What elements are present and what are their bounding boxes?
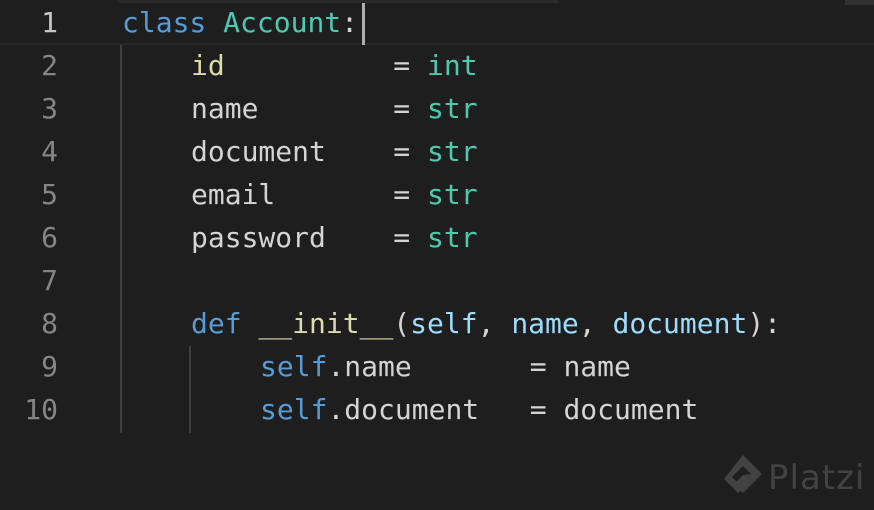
- code-token: document: [612, 307, 748, 340]
- code-text: id = int: [191, 44, 478, 87]
- code-token: id: [191, 49, 225, 82]
- code-token: (: [393, 307, 411, 340]
- code-token: name: [511, 307, 579, 340]
- line-number: 5: [41, 178, 58, 211]
- code-token: document: [191, 135, 326, 168]
- code-token: self: [260, 350, 328, 383]
- code-token: class: [122, 6, 207, 39]
- code-text: email = str: [191, 173, 478, 216]
- code-token: password: [191, 221, 326, 254]
- code-text: def __init__(self, name, document):: [191, 302, 781, 345]
- code-token: def: [191, 307, 242, 340]
- line-number: 7: [41, 264, 58, 297]
- code-token: str: [427, 135, 478, 168]
- platzi-watermark: Platzi: [720, 452, 870, 504]
- code-token: self: [410, 307, 478, 340]
- code-text: document = str: [191, 130, 478, 173]
- indent-guide-method-body: [189, 346, 191, 433]
- code-token: str: [427, 92, 478, 125]
- code-token: =: [325, 221, 428, 254]
- code-token: =: [258, 92, 428, 125]
- code-token: ,: [578, 307, 613, 340]
- code-token: ,: [477, 307, 512, 340]
- code-token: =: [325, 135, 428, 168]
- line-number: 1: [41, 6, 58, 39]
- text-cursor: [362, 3, 365, 45]
- line-number: 8: [41, 307, 58, 340]
- line-number: 2: [41, 49, 58, 82]
- code-token: .document = document: [327, 393, 699, 426]
- code-text: name = str: [191, 87, 478, 130]
- line-number: 6: [41, 221, 58, 254]
- code-token: .name = name: [327, 350, 631, 383]
- code-text: password = str: [191, 216, 478, 259]
- code-text: self.name = name: [260, 345, 631, 388]
- code-token: int: [427, 49, 478, 82]
- platzi-logo-icon: [724, 455, 762, 493]
- code-token: str: [427, 178, 478, 211]
- line-number: 4: [41, 135, 58, 168]
- code-token: =: [275, 178, 428, 211]
- code-token: __init__: [258, 307, 394, 340]
- code-editor[interactable]: 1 class Account: 2 id = int 3 name = str 4 docu…: [0, 0, 874, 510]
- code-token: =: [224, 49, 428, 82]
- line-number: 3: [41, 92, 58, 125]
- code-token: str: [427, 221, 478, 254]
- code-token: name: [191, 92, 259, 125]
- code-token: :: [341, 6, 359, 39]
- code-token: Account: [223, 6, 342, 39]
- line-number: 9: [41, 350, 58, 383]
- watermark-text: Platzi: [768, 458, 866, 498]
- code-token: email: [191, 178, 276, 211]
- code-text: self.document = document: [260, 388, 698, 431]
- code-text: class Account:: [122, 1, 358, 44]
- code-token: ):: [747, 307, 782, 340]
- code-token: self: [260, 393, 328, 426]
- indent-guide-class-body: [120, 45, 122, 433]
- line-number: 10: [24, 393, 58, 426]
